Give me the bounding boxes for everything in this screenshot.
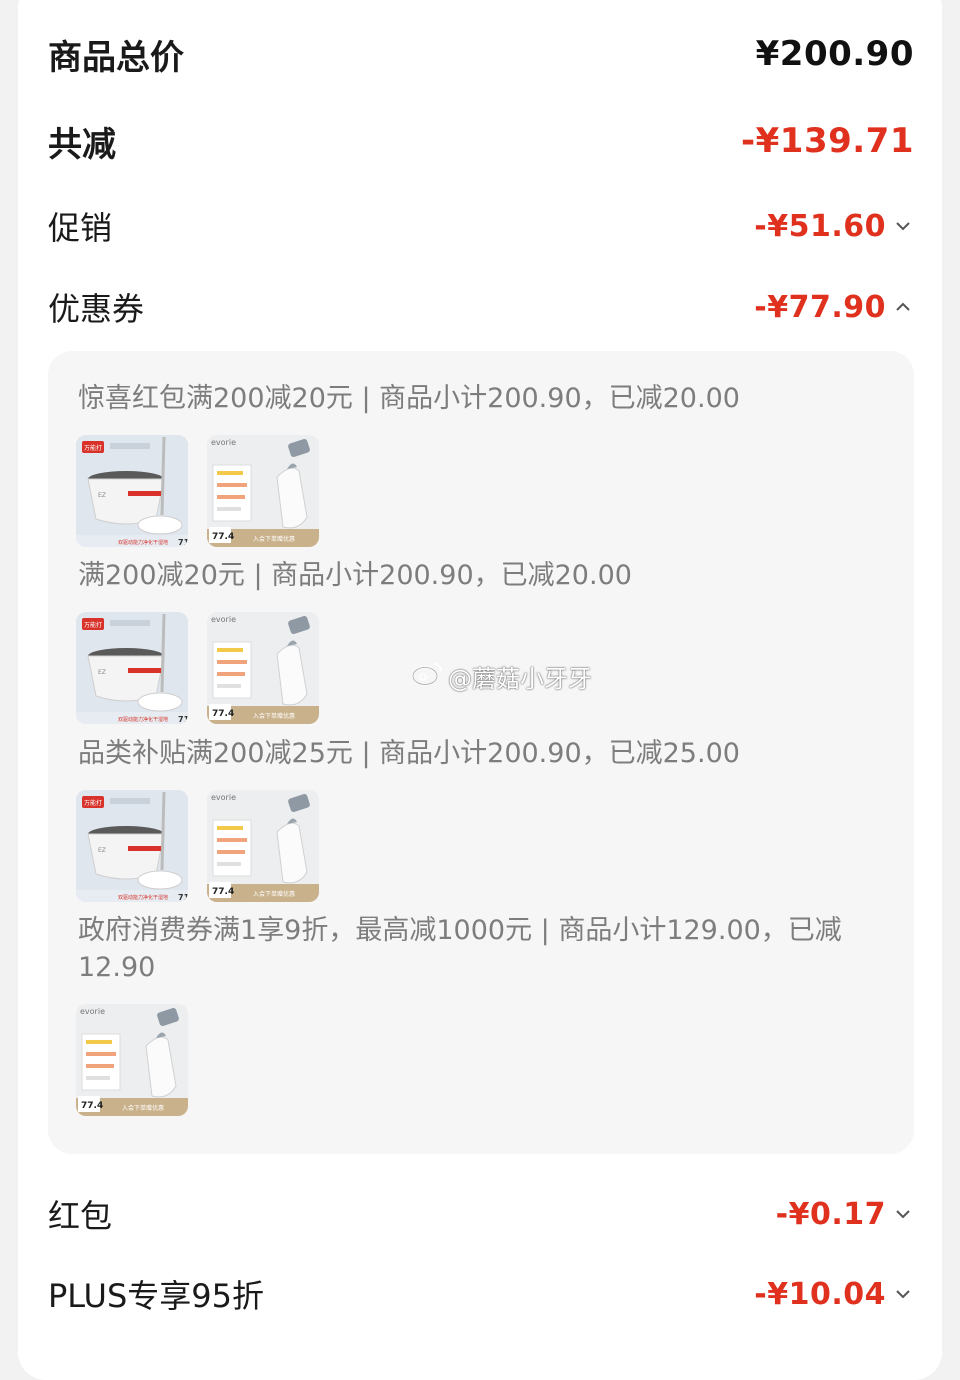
total-reduction-label: 共减 <box>48 124 116 165</box>
coupon-value: -¥77.90 <box>754 289 886 325</box>
plus-discount-label: PLUS专享95折 <box>48 1277 264 1315</box>
promotion-row[interactable]: 促销 -¥51.60 <box>48 196 914 256</box>
svg-text:EZ: EZ <box>98 492 106 499</box>
weibo-logo-icon <box>410 659 444 693</box>
svg-text:万能打: 万能打 <box>84 799 102 807</box>
svg-text:入会下单赠优惠: 入会下单赠优惠 <box>253 890 295 898</box>
svg-text:77.4: 77.4 <box>212 709 234 719</box>
promotion-value: -¥51.60 <box>754 208 886 244</box>
svg-text:入会下单赠优惠: 入会下单赠优惠 <box>122 1104 164 1112</box>
svg-text:71: 71 <box>178 715 188 724</box>
svg-text:71: 71 <box>178 538 188 547</box>
svg-text:evorie: evorie <box>211 793 236 802</box>
total-price-label: 商品总价 <box>48 37 184 78</box>
svg-text:77.4: 77.4 <box>81 1101 103 1111</box>
svg-text:evorie: evorie <box>80 1007 105 1016</box>
chevron-down-icon[interactable] <box>892 1283 914 1305</box>
chevron-down-icon[interactable] <box>892 215 914 237</box>
svg-text:evorie: evorie <box>211 615 236 624</box>
coupon-product-list: 万能打 EZ 双驱动能力净化干湿地 71 evorie 77.4 入会下单赠优惠 <box>76 435 319 547</box>
chevron-up-icon[interactable] <box>892 296 914 318</box>
total-reduction-row: 共减 -¥139.71 <box>48 111 914 171</box>
svg-text:evorie: evorie <box>211 438 236 447</box>
product-thumb-mop[interactable]: 万能打 EZ 双驱动能力净化干湿地 71 <box>76 790 188 902</box>
product-thumb-bottle[interactable]: evorie 77.4 入会下单赠优惠 <box>76 1004 188 1116</box>
svg-text:入会下单赠优惠: 入会下单赠优惠 <box>253 712 295 720</box>
svg-text:EZ: EZ <box>98 669 106 676</box>
coupon-detail-panel: 惊喜红包满200减20元 | 商品小计200.90，已减20.00 万能打 EZ 双… <box>48 351 914 1154</box>
red-packet-label: 红包 <box>48 1197 113 1235</box>
product-thumb-bottle[interactable]: evorie 77.4 入会下单赠优惠 <box>207 435 319 547</box>
product-thumb-bottle[interactable]: evorie 77.4 入会下单赠优惠 <box>207 790 319 902</box>
coupon-detail-line: 品类补贴满200减25元 | 商品小计200.90，已减25.00 <box>78 738 740 769</box>
promotion-label: 促销 <box>48 209 113 247</box>
product-thumb-bottle[interactable]: evorie 77.4 入会下单赠优惠 <box>207 612 319 724</box>
svg-text:77.4: 77.4 <box>212 532 234 542</box>
svg-text:入会下单赠优惠: 入会下单赠优惠 <box>253 535 295 543</box>
total-price-value: ¥200.90 <box>755 34 914 74</box>
plus-discount-row[interactable]: PLUS专享95折 -¥10.04 <box>48 1264 914 1324</box>
coupon-detail-line: 满200减20元 | 商品小计200.90，已减20.00 <box>78 560 632 591</box>
red-packet-value: -¥0.17 <box>775 1196 886 1232</box>
svg-text:EZ: EZ <box>98 847 106 854</box>
coupon-detail-line: 惊喜红包满200减20元 | 商品小计200.90，已减20.00 <box>78 383 740 414</box>
svg-text:万能打: 万能打 <box>84 621 102 629</box>
product-thumb-mop[interactable]: 万能打 EZ 双驱动能力净化干湿地 71 <box>76 612 188 724</box>
total-price-row: 商品总价 ¥200.90 <box>48 24 914 84</box>
red-packet-row[interactable]: 红包 -¥0.17 <box>48 1184 914 1244</box>
chevron-down-icon[interactable] <box>892 1203 914 1225</box>
svg-text:双驱动能力净化干湿地: 双驱动能力净化干湿地 <box>118 539 168 546</box>
total-reduction-value: -¥139.71 <box>741 121 914 161</box>
svg-text:万能打: 万能打 <box>84 444 102 452</box>
watermark-text: @蘑菇小牙牙 <box>448 664 592 693</box>
product-thumb-mop[interactable]: 万能打 EZ 双驱动能力净化干湿地 71 <box>76 435 188 547</box>
plus-discount-value: -¥10.04 <box>754 1276 886 1312</box>
coupon-product-list: evorie 77.4 入会下单赠优惠 <box>76 1004 188 1116</box>
coupon-label: 优惠券 <box>48 290 145 328</box>
coupon-row[interactable]: 优惠券 -¥77.90 <box>48 277 914 337</box>
svg-text:71: 71 <box>178 893 188 902</box>
coupon-product-list: 万能打 EZ 双驱动能力净化干湿地 71 evorie 77.4 入会下单赠优惠 <box>76 790 319 902</box>
weibo-watermark: @蘑菇小牙牙 <box>410 656 592 696</box>
svg-text:双驱动能力净化干湿地: 双驱动能力净化干湿地 <box>118 716 168 723</box>
coupon-detail-line: 政府消费券满1享9折，最高减1000元 | 商品小计129.00，已减12.90 <box>78 915 842 983</box>
svg-text:77.4: 77.4 <box>212 887 234 897</box>
svg-text:双驱动能力净化干湿地: 双驱动能力净化干湿地 <box>118 894 168 901</box>
coupon-product-list: 万能打 EZ 双驱动能力净化干湿地 71 evorie 77.4 入会下单赠优惠 <box>76 612 319 724</box>
